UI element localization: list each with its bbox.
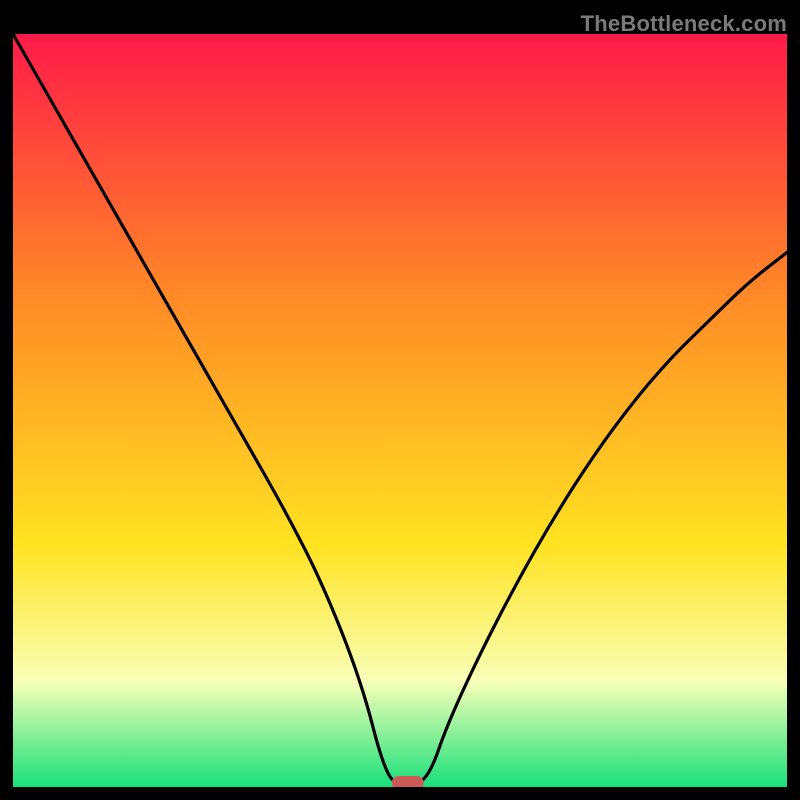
optimum-marker	[392, 776, 424, 787]
chart-frame: TheBottleneck.com	[13, 13, 787, 787]
bottleneck-chart	[13, 34, 787, 787]
gradient-background	[13, 34, 787, 787]
plot-area	[13, 34, 787, 787]
